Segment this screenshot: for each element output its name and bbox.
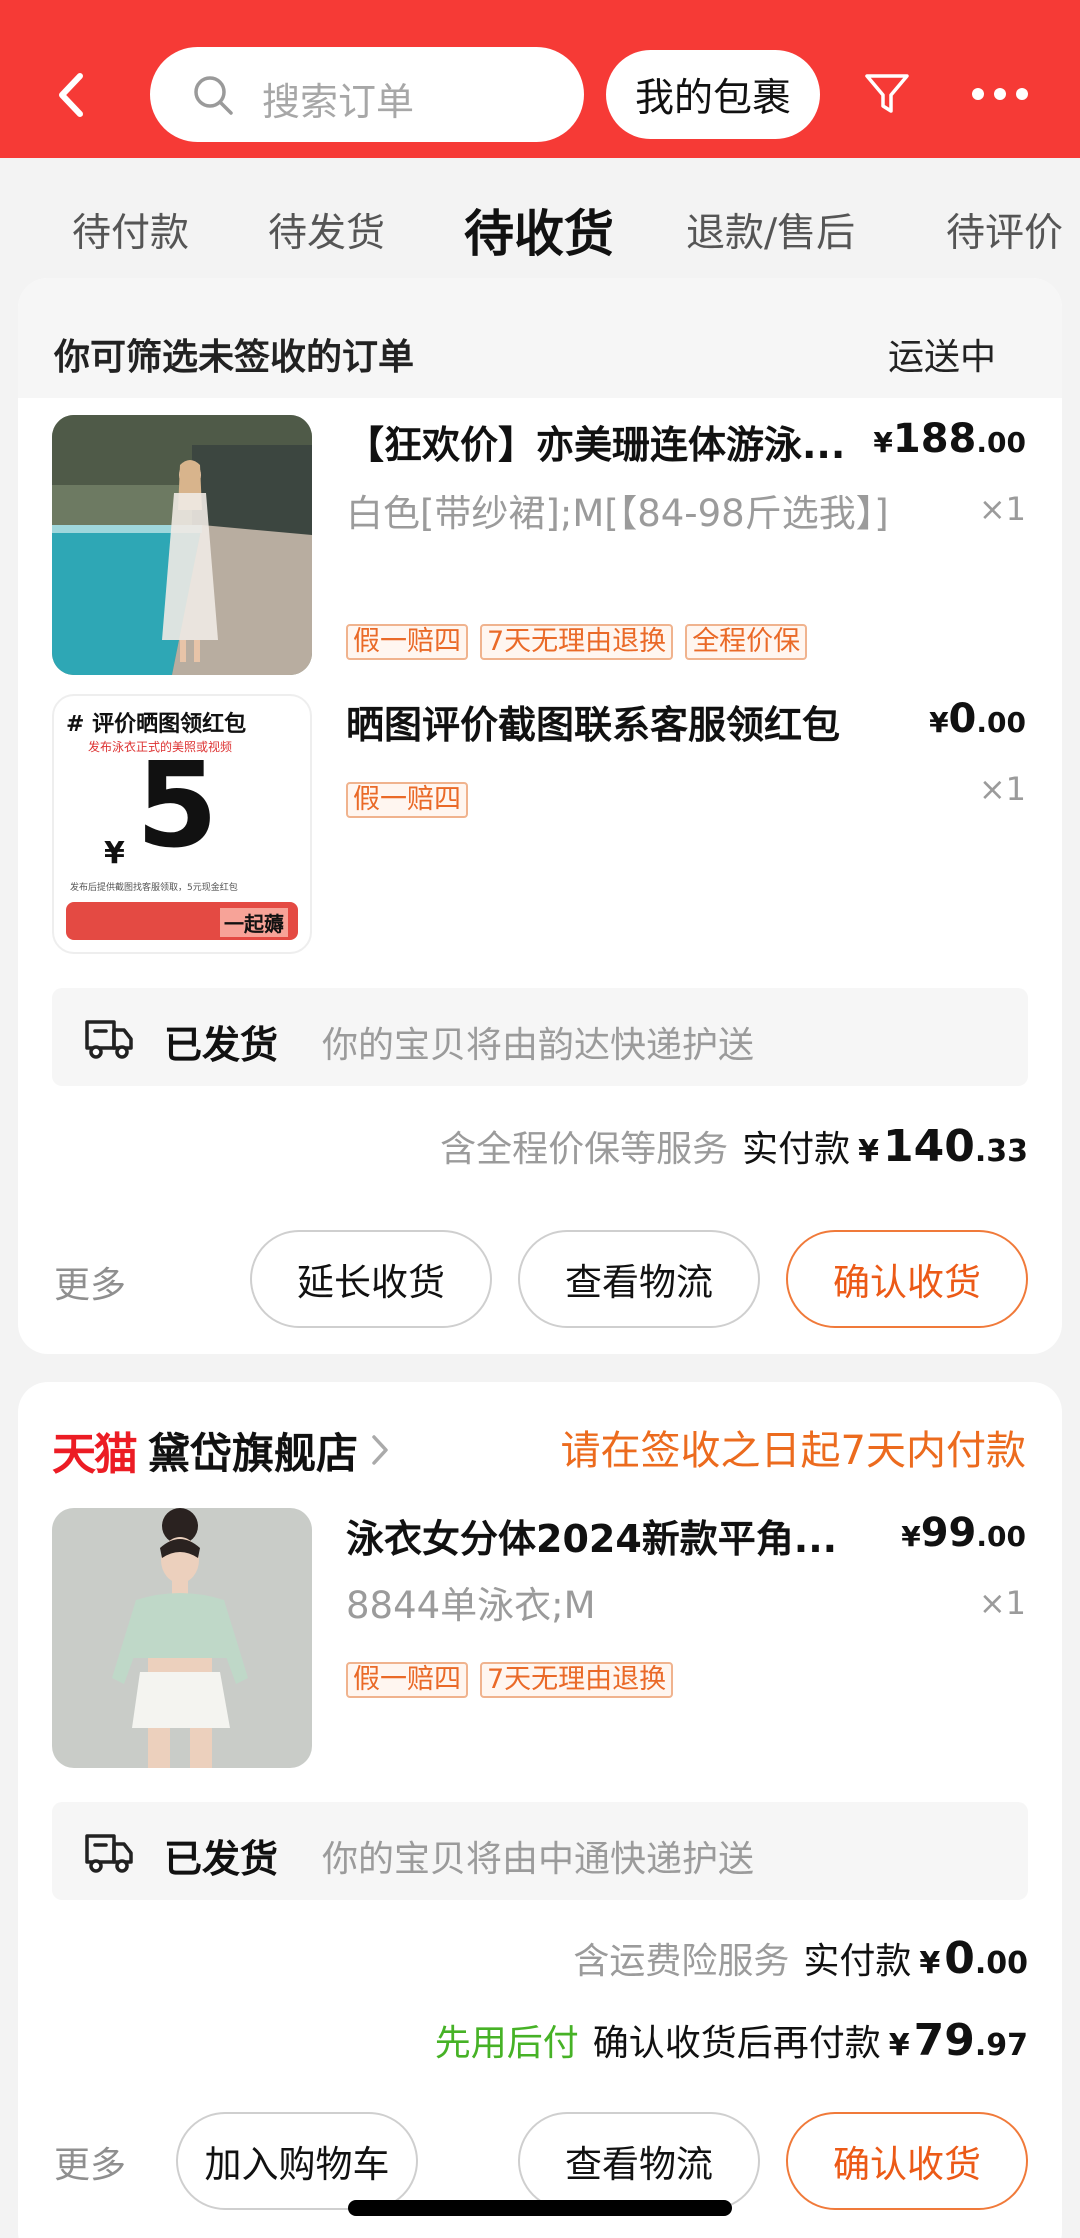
courier-description: 你的宝贝将由中通快递护送 [322, 1839, 755, 1880]
payment-service-note: 含运费险服务 [573, 1941, 790, 1982]
promo-cta: 一起薅 [220, 908, 288, 937]
payment-amount-int: 140 [882, 1121, 975, 1172]
service-tag: 全程价保 [685, 624, 808, 660]
more-link[interactable]: 更多 [54, 2136, 126, 2188]
chevron-right-icon [372, 1435, 388, 1465]
pay-later-badge: 先用后付 [434, 2023, 579, 2064]
payment-amount-dec: .33 [974, 1134, 1028, 1169]
shop-link[interactable]: 天猫 黛岱旗舰店 [52, 1418, 390, 1482]
payment-deadline-notice: 请在签收之日起7天内付款 [560, 1428, 1026, 1474]
service-tags: 假一赔四 [346, 782, 468, 818]
view-logistics-button[interactable]: 查看物流 [518, 2112, 760, 2210]
product-quantity: ×1 [978, 770, 1026, 808]
view-logistics-button[interactable]: 查看物流 [518, 1230, 760, 1328]
filter-status[interactable]: 运送中 [888, 328, 996, 380]
more-link[interactable]: 更多 [54, 1256, 126, 1308]
product-quantity: ×1 [978, 490, 1026, 528]
promo-amount: 5 [136, 736, 219, 874]
more-options-icon[interactable] [970, 82, 1030, 106]
shop-name: 黛岱旗舰店 [148, 1428, 359, 1478]
service-tags: 假一赔四 7天无理由退换 [346, 1662, 674, 1698]
promo-headline: # 评价晒图领红包 [66, 712, 247, 737]
payment-service-note: 含全程价保等服务 [440, 1129, 729, 1170]
service-tag: 假一赔四 [346, 1662, 468, 1698]
payment-currency: ¥ [858, 1134, 879, 1169]
product-sku: 8844单泳衣;M [346, 1584, 596, 1627]
product-title[interactable]: 【狂欢价】亦美珊连体游泳... [346, 414, 845, 469]
service-tag: 7天无理由退换 [480, 624, 674, 660]
filter-icon[interactable] [862, 68, 912, 118]
product-title[interactable]: 泳衣女分体2024新款平角... [346, 1508, 837, 1563]
service-tag: 7天无理由退换 [480, 1662, 674, 1698]
service-tag: 假一赔四 [346, 624, 468, 660]
product-price: ¥0.00 [929, 696, 1026, 742]
payment-amount-int: 0 [944, 1933, 975, 1984]
order-status-tabs: 待付款 待发货 待收货 退款/售后 待评价 [0, 158, 1080, 278]
home-indicator[interactable] [348, 2200, 732, 2216]
add-to-cart-button[interactable]: 加入购物车 [176, 2112, 418, 2210]
my-parcels-button[interactable]: 我的包裹 [606, 50, 820, 139]
product-title[interactable]: 晒图评价截图联系客服领红包 [346, 694, 840, 749]
shipping-status-bar[interactable]: 已发货 你的宝贝将由韵达快递护送 [52, 988, 1028, 1086]
confirm-receipt-button[interactable]: 确认收货 [786, 2112, 1028, 2210]
tmall-logo: 天猫 [52, 1429, 138, 1480]
back-arrow-icon[interactable] [50, 70, 94, 120]
promo-banner: 一起薅 [66, 902, 298, 940]
search-input[interactable]: 搜索订单 [150, 47, 584, 142]
order-card: 你可筛选未签收的订单 运送中 【狂欢价】亦美珊连体游泳... ¥188.00 白… [18, 278, 1062, 1354]
tab-pending-receipt[interactable]: 待收货 [464, 194, 614, 266]
pay-later-amount-int: 79 [913, 2015, 975, 2066]
product-image[interactable] [52, 415, 312, 675]
search-placeholder: 搜索订单 [262, 80, 415, 124]
product-quantity: ×1 [978, 1584, 1026, 1622]
order-card: 天猫 黛岱旗舰店 请在签收之日起7天内付款 泳衣女分体2024新款平角... ¥… [18, 1382, 1062, 2238]
product-price: ¥99.00 [901, 1510, 1026, 1556]
pay-later-amount-dec: .97 [974, 2028, 1028, 2063]
pay-later-currency: ¥ [888, 2028, 910, 2063]
actual-payment: 含全程价保等服务 实付款 ¥ 140 .33 [440, 1120, 1028, 1172]
tab-pending-payment[interactable]: 待付款 [72, 202, 189, 258]
truck-icon [85, 1020, 133, 1059]
actual-payment: 含运费险服务 实付款 ¥ 0 .00 [573, 1932, 1028, 1984]
payment-label: 实付款 [803, 1941, 912, 1982]
product-sku: 白色[带纱裙];M[【84-98斤选我】] [346, 492, 889, 535]
search-icon [194, 76, 233, 115]
tab-pending-shipment[interactable]: 待发货 [268, 202, 385, 258]
courier-description: 你的宝贝将由韵达快递护送 [322, 1025, 755, 1066]
pay-later-label: 确认收货后再付款 [592, 2023, 881, 2064]
top-bar: 搜索订单 我的包裹 [0, 0, 1080, 158]
tab-pending-review[interactable]: 待评价 [946, 202, 1063, 258]
confirm-receipt-button[interactable]: 确认收货 [786, 1230, 1028, 1328]
extend-receipt-button[interactable]: 延长收货 [250, 1230, 492, 1328]
payment-label: 实付款 [742, 1129, 851, 1170]
tab-refund-after-sale[interactable]: 退款/售后 [686, 202, 855, 258]
promo-currency: ¥ [104, 836, 125, 871]
pay-later-amount: 先用后付 确认收货后再付款 ¥ 79 .97 [435, 2014, 1028, 2066]
shipped-label: 已发货 [164, 1837, 279, 1881]
shipped-label: 已发货 [164, 1023, 279, 1067]
order-filter-bar: 你可筛选未签收的订单 运送中 [18, 278, 1062, 398]
shipping-status-bar[interactable]: 已发货 你的宝贝将由中通快递护送 [52, 1802, 1028, 1900]
service-tag: 假一赔四 [346, 782, 468, 818]
payment-amount-dec: .00 [974, 1946, 1028, 1981]
product-image[interactable] [52, 1508, 312, 1768]
service-tags: 假一赔四 7天无理由退换 全程价保 [346, 624, 808, 660]
payment-currency: ¥ [919, 1946, 941, 1981]
truck-icon [85, 1834, 133, 1873]
promo-footer: 发布后提供截图找客服领取，5元现金红包 [70, 883, 238, 893]
red-packet-promo-image[interactable]: # 评价晒图领红包 发布泳衣正式的美照或视频 ¥ 5 发布后提供截图找客服领取，… [52, 694, 312, 954]
product-price: ¥188.00 [873, 416, 1026, 462]
filter-hint: 你可筛选未签收的订单 [54, 337, 415, 378]
